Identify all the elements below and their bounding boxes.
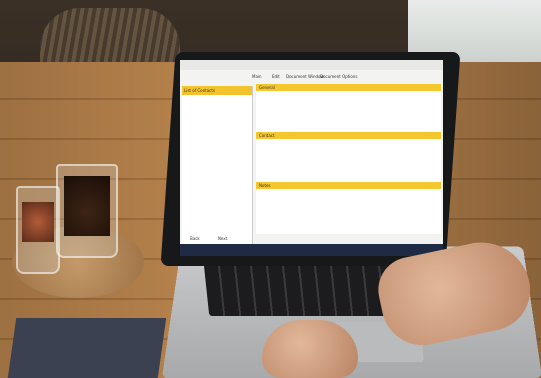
tab-document-window[interactable]: Document Window [286, 74, 324, 79]
laptop-screen: Main Edit Document Window Document Optio… [180, 60, 443, 256]
section-general-band [256, 84, 441, 91]
taskbar [180, 244, 443, 256]
section-contact-band [256, 132, 441, 139]
next-button[interactable]: Next [218, 236, 227, 241]
section-general: General [259, 85, 275, 90]
notebook [7, 318, 167, 378]
sidebar-title: List of Contacts [184, 88, 216, 93]
contacts-sidebar: List of Contacts [182, 86, 253, 246]
app-titlebar [180, 60, 443, 70]
tab-edit[interactable]: Edit [272, 74, 280, 79]
section-contact: Contact [259, 133, 275, 138]
tab-main[interactable]: Main [252, 74, 262, 79]
tea-leaves-red [22, 202, 54, 242]
section-notes-band [256, 182, 441, 189]
section-notes: Notes [259, 183, 271, 188]
main-form: General Contact Notes [256, 84, 441, 234]
left-hand [262, 320, 358, 378]
tea-glass-right [56, 164, 118, 258]
tab-document-options[interactable]: Document Options [320, 74, 357, 79]
tea-glass-left [16, 186, 60, 274]
back-button[interactable]: Back [190, 236, 200, 241]
tea-leaves-dark [64, 176, 110, 236]
